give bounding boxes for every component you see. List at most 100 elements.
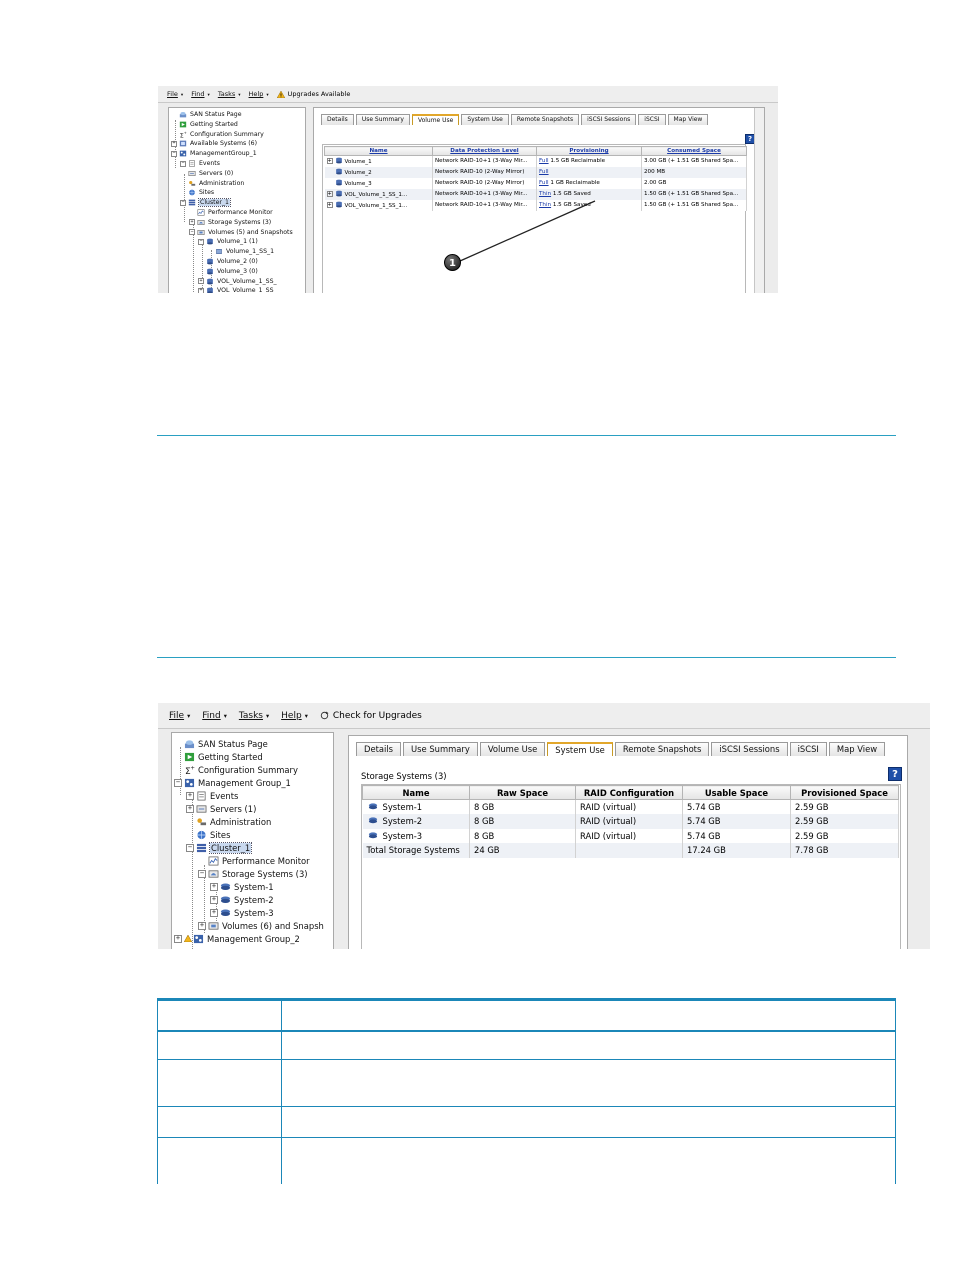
- tab-iscsi-sessions[interactable]: iSCSI Sessions: [581, 114, 637, 125]
- collapse-icon[interactable]: −: [174, 778, 182, 787]
- column-header-consumed-space[interactable]: Consumed Space: [641, 146, 747, 156]
- tree-item[interactable]: Sites: [186, 828, 230, 841]
- collapse-icon[interactable]: +: [189, 219, 195, 226]
- menu-tasks[interactable]: Tasks ▾: [218, 90, 241, 98]
- tree-item[interactable]: SAN Status Page: [174, 737, 268, 750]
- expand-icon[interactable]: +: [326, 158, 333, 165]
- tree-item[interactable]: − Storage Systems (3): [198, 867, 308, 880]
- tree-item[interactable]: Getting Started: [171, 120, 238, 129]
- menu-file[interactable]: File ▾: [167, 90, 183, 98]
- table-row[interactable]: + Volume_1 Network RAID-10+1 (3-Way Mir...…: [324, 155, 747, 167]
- tab-volume-use[interactable]: Volume Use: [411, 114, 460, 125]
- tree-item[interactable]: + Storage Systems (3): [189, 218, 271, 227]
- tree-item[interactable]: Sites: [180, 188, 214, 197]
- expand-icon[interactable]: +: [186, 804, 194, 813]
- expand-icon[interactable]: +: [326, 191, 333, 197]
- tree-item[interactable]: + Management Group_2: [174, 932, 300, 945]
- expand-icon[interactable]: +: [210, 882, 218, 891]
- column-header-name[interactable]: Name: [362, 785, 470, 800]
- tree-item[interactable]: Performance Monitor: [189, 208, 273, 217]
- collapse-icon[interactable]: −: [180, 199, 186, 206]
- tree-item[interactable]: + Events: [186, 789, 238, 802]
- expand-icon[interactable]: +: [210, 895, 218, 904]
- tree-item[interactable]: Σ + Configuration Summary: [174, 763, 298, 777]
- collapse-icon[interactable]: −: [180, 160, 186, 167]
- tree-item[interactable]: + Servers (1): [186, 802, 256, 815]
- collapse-icon[interactable]: −: [198, 869, 206, 878]
- column-header-protection[interactable]: Data Protection Level: [432, 146, 537, 156]
- table-row[interactable]: System-3 8 GB RAID (virtual) 5.74 GB 2.59 GB: [362, 828, 899, 843]
- tree-item[interactable]: + System-3: [210, 906, 274, 919]
- tree-item[interactable]: SAN Status Page: [171, 110, 242, 119]
- tree-item[interactable]: + System-1: [210, 880, 274, 893]
- tab-map-view[interactable]: Map View: [667, 114, 709, 125]
- tree-item[interactable]: Getting Started: [174, 750, 263, 763]
- tree-item[interactable]: + System-2: [210, 893, 274, 906]
- help-icon[interactable]: ?: [888, 767, 902, 781]
- tree-item[interactable]: − Cluster_1: [186, 841, 253, 854]
- tab-remote-snapshots[interactable]: Remote Snapshots: [614, 742, 710, 756]
- tab-details[interactable]: Details: [321, 114, 354, 125]
- menu-find[interactable]: Find ▾: [202, 711, 227, 721]
- collapse-icon[interactable]: −: [186, 843, 194, 852]
- menu-tasks[interactable]: Tasks ▾: [239, 711, 269, 721]
- table-row[interactable]: Total Storage Systems 24 GB 17.24 GB 7.78 G…: [362, 843, 899, 858]
- tab-iscsi[interactable]: iSCSI: [638, 114, 666, 125]
- column-header-raw-space[interactable]: Raw Space: [469, 785, 576, 800]
- collapse-icon[interactable]: −: [189, 229, 195, 236]
- tab-use-summary[interactable]: Use Summary: [403, 742, 478, 756]
- collapse-icon[interactable]: −: [198, 238, 204, 245]
- expand-icon[interactable]: +: [198, 921, 206, 930]
- tree-item[interactable]: Volume_3 (0): [198, 267, 258, 276]
- vertical-scrollbar[interactable]: [754, 108, 764, 293]
- tree-item[interactable]: + Volumes (6) and Snapsh: [198, 919, 324, 932]
- expand-icon[interactable]: +: [326, 202, 333, 208]
- tab-use-summary[interactable]: Use Summary: [355, 114, 410, 125]
- collapse-icon[interactable]: −: [171, 150, 177, 157]
- provisioning-link[interactable]: Full: [539, 169, 549, 175]
- tree-item[interactable]: + Available Systems (6): [171, 139, 257, 148]
- tab-remote-snapshots[interactable]: Remote Snapshots: [510, 114, 580, 125]
- collapse-icon[interactable]: +: [198, 278, 204, 285]
- table-row[interactable]: System-2 8 GB RAID (virtual) 5.74 GB 2.59 GB: [362, 814, 899, 829]
- menu-help[interactable]: Help ▾: [249, 90, 269, 98]
- menu-find[interactable]: Find ▾: [191, 90, 210, 98]
- tree-item[interactable]: − Management Group_1: [174, 776, 291, 789]
- upgrades-available-link[interactable]: Upgrades Available: [276, 90, 350, 98]
- table-row[interactable]: Volume_3 Network RAID-10 (2-Way Mirror) Fu…: [324, 177, 747, 189]
- expand-icon[interactable]: +: [186, 791, 194, 800]
- tab-details[interactable]: Details: [356, 742, 402, 756]
- column-header-raid-configuration[interactable]: RAID Configuration: [575, 785, 683, 800]
- column-header-usable-space[interactable]: Usable Space: [682, 785, 791, 800]
- column-header-provisioned-space[interactable]: Provisioned Space: [790, 785, 899, 800]
- provisioning-link[interactable]: Full: [539, 158, 549, 164]
- table-row[interactable]: System-1 8 GB RAID (virtual) 5.74 GB 2.59 GB: [362, 799, 899, 814]
- tab-system-use[interactable]: System Use: [547, 742, 613, 756]
- column-header-provisioning[interactable]: Provisioning: [536, 146, 642, 156]
- tree-item[interactable]: + VOL_Volume_1_SS_: [198, 286, 277, 293]
- menu-help[interactable]: Help ▾: [281, 711, 308, 721]
- tab-system-use[interactable]: System Use: [461, 114, 509, 125]
- tree-item[interactable]: − Cluster_1: [180, 198, 231, 208]
- expand-icon[interactable]: +: [171, 140, 177, 147]
- provisioning-link[interactable]: Full: [539, 180, 549, 186]
- expand-icon[interactable]: +: [174, 934, 182, 943]
- tree-item[interactable]: − Volume_1 (1): [198, 237, 258, 246]
- table-row[interactable]: Volume_2 Network RAID-10 (2-Way Mirror) Fu…: [324, 166, 747, 178]
- menu-file[interactable]: File ▾: [169, 711, 190, 721]
- tree-item[interactable]: Volume_1_SS_1: [207, 247, 274, 256]
- tab-map-view[interactable]: Map View: [828, 742, 886, 756]
- column-header-name[interactable]: Name: [324, 146, 433, 156]
- tree-item[interactable]: Administration: [180, 179, 244, 188]
- tree-item[interactable]: Administration: [186, 815, 271, 828]
- tree-item[interactable]: Volume_2 (0): [198, 257, 258, 266]
- tree-item[interactable]: − ManagementGroup_1: [171, 149, 257, 158]
- check-for-upgrades-link[interactable]: Check for Upgrades: [320, 711, 422, 721]
- tree-item[interactable]: − Volumes (5) and Snapshots: [189, 228, 293, 237]
- collapse-icon[interactable]: +: [198, 287, 204, 293]
- tab-iscsi-sessions[interactable]: iSCSI Sessions: [711, 742, 788, 756]
- tab-iscsi[interactable]: iSCSI: [789, 742, 827, 756]
- expand-icon[interactable]: +: [210, 908, 218, 917]
- tree-item[interactable]: Performance Monitor: [198, 854, 310, 867]
- tree-item[interactable]: + VOL_Volume_1_SS_: [198, 277, 277, 286]
